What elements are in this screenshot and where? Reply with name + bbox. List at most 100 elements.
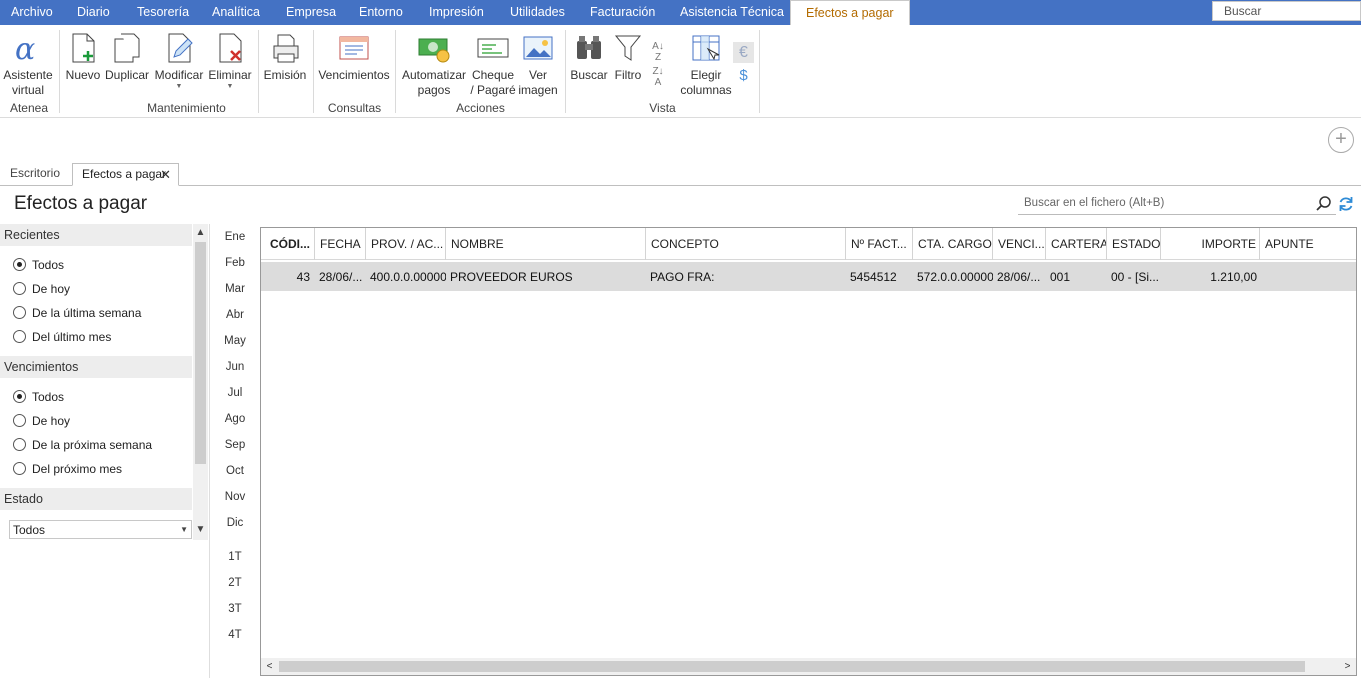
column-header-cartera[interactable]: CARTERA: [1046, 228, 1107, 260]
quarter-2t[interactable]: 2T: [220, 577, 250, 589]
radio-icon: [13, 258, 26, 271]
ribbon: α Asistente virtual Nuevo Duplicar Modif…: [0, 25, 1361, 118]
menu-tab-diario[interactable]: Diario: [77, 0, 110, 25]
column-header-apunte[interactable]: APUNTE: [1260, 228, 1356, 260]
new-document-icon: [66, 31, 100, 65]
table-row[interactable]: 43 28/06/... 400.0.0.00000 PROVEEDOR EUR…: [261, 261, 1356, 291]
menu-tab-archivo[interactable]: Archivo: [11, 0, 53, 25]
month-nov[interactable]: Nov: [220, 491, 250, 503]
scroll-up-icon[interactable]: ▲: [193, 227, 208, 238]
cheque-pagare-button[interactable]: Cheque / Pagaré: [470, 31, 516, 98]
scrollbar-thumb[interactable]: [195, 242, 206, 464]
column-header-fecha[interactable]: FECHA: [315, 228, 366, 260]
quarter-1t[interactable]: 1T: [220, 551, 250, 563]
refresh-icon[interactable]: [1337, 195, 1355, 213]
scrollbar-thumb[interactable]: [279, 661, 1305, 672]
modificar-button[interactable]: Modificar ▼: [153, 31, 205, 91]
menu-tab-facturacion[interactable]: Facturación: [590, 0, 655, 25]
emision-button[interactable]: Emisión: [263, 31, 307, 83]
quarter-3t[interactable]: 3T: [220, 603, 250, 615]
nuevo-button[interactable]: Nuevo: [65, 31, 101, 83]
radio-recientes-ultimo-mes[interactable]: Del último mes: [13, 328, 111, 346]
scroll-left-icon[interactable]: <: [261, 658, 278, 675]
column-header-codigo[interactable]: CÓDI...: [261, 228, 315, 260]
month-jun[interactable]: Jun: [220, 361, 250, 373]
buscar-button[interactable]: Buscar: [570, 31, 608, 83]
column-header-estado[interactable]: ESTADO: [1107, 228, 1161, 260]
column-header-importe[interactable]: IMPORTE: [1161, 228, 1260, 260]
menu-tab-utilidades[interactable]: Utilidades: [510, 0, 565, 25]
elegir-columnas-button[interactable]: Elegir columnas: [680, 31, 732, 98]
columns-icon: [689, 31, 723, 65]
radio-recientes-de-hoy[interactable]: De hoy: [13, 280, 70, 298]
month-mar[interactable]: Mar: [220, 283, 250, 295]
radio-recientes-ultima-semana[interactable]: De la última semana: [13, 304, 141, 322]
quarter-4t[interactable]: 4T: [220, 629, 250, 641]
radio-vencimientos-proximo-mes[interactable]: Del próximo mes: [13, 460, 122, 478]
column-header-proveedor[interactable]: PROV. / AC...: [366, 228, 446, 260]
column-header-vencimiento[interactable]: VENCI...: [993, 228, 1046, 260]
month-dic[interactable]: Dic: [220, 517, 250, 529]
month-feb[interactable]: Feb: [220, 257, 250, 269]
nuevo-label: Nuevo: [65, 68, 101, 82]
menu-tab-empresa[interactable]: Empresa: [286, 0, 336, 25]
duplicar-button[interactable]: Duplicar: [104, 31, 150, 83]
eliminar-button[interactable]: Eliminar ▼: [207, 31, 253, 91]
radio-vencimientos-de-hoy[interactable]: De hoy: [13, 412, 70, 430]
search-icon[interactable]: [1315, 195, 1333, 213]
month-sep[interactable]: Sep: [220, 439, 250, 451]
radio-vencimientos-todos[interactable]: Todos: [13, 388, 64, 406]
elegir-label: Elegir columnas: [680, 68, 732, 97]
sort-ascending-button[interactable]: A↓ Z: [648, 41, 668, 63]
currency-euro-button[interactable]: €: [733, 42, 754, 63]
tab-efectos-a-pagar[interactable]: Efectos a pagar ✕: [72, 163, 179, 186]
cell-cta-cargo: 572.0.0.00000: [917, 270, 993, 284]
section-header-estado[interactable]: Estado: [0, 488, 192, 510]
month-abr[interactable]: Abr: [220, 309, 250, 321]
tab-escritorio[interactable]: Escritorio: [1, 163, 69, 186]
close-icon[interactable]: ✕: [160, 164, 171, 185]
vencimientos-button[interactable]: Vencimientos: [318, 31, 390, 83]
menu-tab-impresion[interactable]: Impresión: [429, 0, 484, 25]
menu-tab-analitica[interactable]: Analítica: [212, 0, 260, 25]
menu-tab-entorno[interactable]: Entorno: [359, 0, 403, 25]
add-icon[interactable]: +: [1328, 127, 1354, 153]
menu-tab-efectos-a-pagar[interactable]: Efectos a pagar: [790, 0, 910, 25]
radio-recientes-todos[interactable]: Todos: [13, 256, 64, 274]
calendar-icon: [337, 31, 371, 65]
sort-descending-button[interactable]: Z↓ A: [648, 66, 668, 88]
svg-text:α: α: [15, 32, 35, 65]
ver-imagen-button[interactable]: Ver imagen: [518, 31, 558, 98]
automatizar-pagos-button[interactable]: Automatizar pagos: [400, 31, 468, 98]
radio-label: Del último mes: [32, 330, 112, 344]
binoculars-icon: [572, 31, 606, 65]
menu-tab-tesoreria[interactable]: Tesorería: [137, 0, 189, 25]
radio-icon: [13, 462, 26, 475]
column-header-cta-cargo[interactable]: CTA. CARGO: [913, 228, 993, 260]
section-header-recientes[interactable]: Recientes: [0, 224, 192, 246]
month-ago[interactable]: Ago: [220, 413, 250, 425]
column-header-factura[interactable]: Nº FACT...: [846, 228, 913, 260]
asistente-virtual-button[interactable]: α Asistente virtual: [3, 31, 53, 98]
radio-vencimientos-proxima-semana[interactable]: De la próxima semana: [13, 436, 152, 454]
column-header-concepto[interactable]: CONCEPTO: [646, 228, 846, 260]
cell-codigo: 43: [296, 270, 310, 284]
group-label-atenea: Atenea: [9, 101, 49, 115]
menu-tab-asistencia[interactable]: Asistencia Técnica: [680, 0, 784, 25]
group-label-mantenimiento: Mantenimiento: [147, 101, 226, 115]
global-search-input[interactable]: Buscar: [1212, 1, 1361, 21]
scroll-right-icon[interactable]: >: [1339, 658, 1356, 675]
month-may[interactable]: May: [220, 335, 250, 347]
file-search-input[interactable]: Buscar en el fichero (Alt+B): [1018, 191, 1336, 215]
month-ene[interactable]: Ene: [220, 231, 250, 243]
group-label-vista: Vista: [649, 101, 676, 115]
column-header-nombre[interactable]: NOMBRE: [446, 228, 646, 260]
filtro-button[interactable]: Filtro: [611, 31, 645, 83]
estado-select[interactable]: Todos ▼: [9, 520, 192, 539]
scroll-down-icon[interactable]: ▼: [193, 524, 208, 535]
currency-dollar-button[interactable]: $: [733, 65, 754, 86]
filter-panel: Recientes Todos De hoy De la última sema…: [0, 224, 210, 678]
month-oct[interactable]: Oct: [220, 465, 250, 477]
section-header-vencimientos[interactable]: Vencimientos: [0, 356, 192, 378]
month-jul[interactable]: Jul: [220, 387, 250, 399]
